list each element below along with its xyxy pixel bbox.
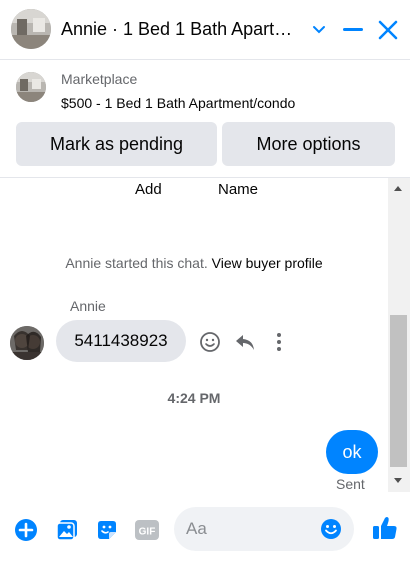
gif-icon[interactable]: GIF	[134, 517, 160, 543]
scroll-down-arrow-icon[interactable]	[394, 478, 402, 483]
emoji-icon[interactable]	[320, 518, 342, 540]
smiley-icon[interactable]	[198, 330, 222, 354]
add-label: Add	[135, 181, 162, 198]
listing-thumbnail[interactable]	[11, 9, 51, 49]
incoming-message-bubble[interactable]: 5411438923	[56, 320, 186, 362]
marketplace-listing-card: Marketplace $500 - 1 Bed 1 Bath Apartmen…	[0, 60, 410, 178]
thumbs-up-icon[interactable]	[371, 514, 399, 542]
message-list[interactable]: Add Name Annie started this chat. View b…	[0, 178, 388, 492]
mark-as-pending-button[interactable]: Mark as pending	[16, 122, 217, 166]
outgoing-message-bubble[interactable]: ok	[326, 430, 378, 474]
reply-icon[interactable]	[233, 330, 257, 354]
marketplace-label: Marketplace	[61, 71, 138, 87]
more-options-button[interactable]: More options	[222, 122, 395, 166]
message-input-container[interactable]	[174, 507, 354, 551]
message-composer: GIF	[0, 492, 410, 565]
scrollbar-thumb[interactable]	[390, 315, 407, 467]
message-status: Sent	[336, 476, 365, 492]
photo-icon[interactable]	[54, 517, 80, 543]
scroll-up-arrow-icon[interactable]	[394, 186, 402, 191]
chevron-down-icon[interactable]	[306, 17, 332, 43]
listing-price-title[interactable]: $500 - 1 Bed 1 Bath Apartment/condo	[61, 95, 295, 111]
conversation-title: Annie · 1 Bed 1 Bath Apart…	[61, 19, 293, 39]
minimize-icon[interactable]	[340, 17, 366, 43]
chat-scrollbar[interactable]	[388, 178, 410, 492]
sender-name: Annie	[70, 298, 106, 314]
more-vertical-icon[interactable]	[267, 330, 291, 354]
avatar[interactable]	[10, 326, 44, 360]
name-label: Name	[218, 181, 259, 198]
view-buyer-profile-link[interactable]: View buyer profile	[212, 255, 323, 271]
chat-started-text: Annie started this chat.	[65, 255, 208, 271]
svg-text:GIF: GIF	[139, 527, 156, 538]
message-timestamp: 4:24 PM	[167, 390, 221, 406]
listing-image[interactable]	[16, 72, 46, 102]
chat-started-notice: Annie started this chat. View buyer prof…	[0, 255, 388, 271]
close-icon[interactable]	[375, 17, 401, 43]
message-input[interactable]	[186, 507, 316, 551]
sticker-icon[interactable]	[94, 517, 120, 543]
plus-circle-icon[interactable]	[13, 517, 39, 543]
chat-header: Annie · 1 Bed 1 Bath Apart…	[0, 0, 410, 60]
